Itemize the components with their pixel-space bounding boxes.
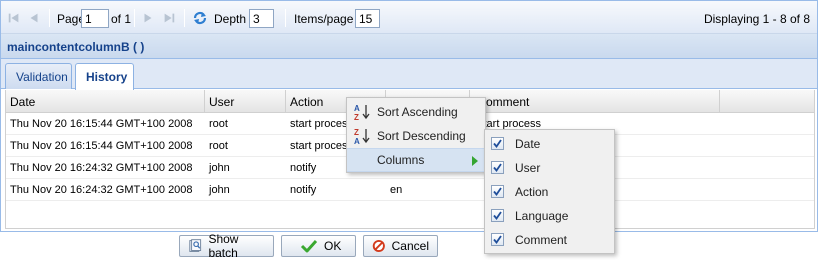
column-header-date[interactable]: Date [6, 90, 205, 113]
panel-title: maincontentcolumnB ( ) [1, 34, 817, 59]
last-page-icon [164, 13, 175, 22]
cancel-button[interactable]: Cancel [363, 235, 438, 257]
svg-text:Z: Z [354, 128, 359, 137]
page-count-label: of 1 [111, 12, 132, 26]
show-batch-label: Show batch [208, 232, 239, 260]
column-header-comment[interactable]: omment [470, 90, 720, 113]
tab-strip: Validation History [1, 59, 817, 90]
column-toggle-action[interactable]: Action [485, 180, 614, 204]
toolbar-separator [184, 9, 185, 27]
cancel-label: Cancel [391, 239, 429, 253]
checkbox-checked-icon[interactable] [491, 185, 504, 198]
checkmark-icon [300, 239, 318, 253]
svg-text:A: A [354, 104, 360, 113]
cell-action: start proces [290, 118, 348, 130]
column-toggle-label: Comment [515, 233, 568, 247]
toolbar-separator [285, 9, 286, 27]
prev-page-icon [30, 13, 38, 22]
menu-item-sort-ascending[interactable]: A Z Sort Ascending [347, 100, 485, 124]
submenu-arrow-icon [472, 156, 478, 166]
batch-icon [189, 239, 202, 252]
column-toggle-date[interactable]: Date [485, 132, 614, 156]
refresh-icon [193, 11, 207, 24]
cell-user: john [209, 162, 230, 174]
menu-item-columns[interactable]: Columns [347, 148, 485, 172]
sort-descending-label: Sort Descending [377, 129, 466, 143]
toolbar-separator [49, 9, 50, 27]
ok-label: OK [324, 239, 342, 253]
items-per-page-label: Items/page [294, 12, 354, 26]
items-per-page-input[interactable] [355, 9, 380, 28]
column-toggle-comment[interactable]: Comment [485, 228, 614, 252]
next-page-icon [144, 13, 152, 22]
column-toggle-label: Date [515, 137, 541, 151]
column-toggle-language[interactable]: Language [485, 204, 614, 228]
sort-descending-icon: Z A [354, 128, 370, 145]
table-row[interactable]: Thu Nov 20 16:24:32 GMT+100 2008 john no… [6, 179, 814, 201]
menu-item-sort-descending[interactable]: Z A Sort Descending [347, 124, 485, 148]
cell-date: Thu Nov 20 16:15:44 GMT+100 2008 [10, 140, 193, 152]
column-toggle-label: Action [515, 185, 549, 199]
next-page-button[interactable] [141, 1, 155, 34]
svg-text:A: A [354, 137, 360, 145]
svg-text:Z: Z [354, 113, 359, 121]
cell-language: en [390, 184, 403, 196]
checkbox-checked-icon[interactable] [491, 161, 504, 174]
ok-button[interactable]: OK [281, 235, 356, 257]
cell-date: Thu Nov 20 16:24:32 GMT+100 2008 [10, 184, 193, 196]
first-page-icon [8, 13, 19, 22]
cell-action: notify [290, 184, 317, 196]
toolbar-separator [134, 9, 135, 27]
cell-user: root [209, 118, 228, 130]
depth-label: Depth [214, 12, 247, 26]
refresh-button[interactable] [192, 1, 208, 34]
displaying-status: Displaying 1 - 8 of 8 [703, 12, 810, 26]
sort-ascending-label: Sort Ascending [377, 105, 458, 119]
cell-action: start proces [290, 140, 348, 152]
tab-history[interactable]: History [75, 63, 134, 90]
cell-action: notify [290, 162, 317, 174]
last-page-button[interactable] [162, 1, 176, 34]
paging-toolbar: Page of 1 Depth Items/page D [1, 1, 817, 34]
depth-input[interactable] [249, 9, 274, 28]
column-toggle-user[interactable]: User [485, 156, 614, 180]
column-context-menu: A Z Sort Ascending Z A Sort Descending C… [346, 97, 486, 173]
columns-label: Columns [377, 153, 425, 167]
columns-submenu: Date User Action Language Comment [484, 129, 615, 254]
column-header-user[interactable]: User [205, 90, 286, 113]
checkbox-checked-icon[interactable] [491, 233, 504, 246]
cell-date: Thu Nov 20 16:24:32 GMT+100 2008 [10, 162, 193, 174]
column-toggle-label: User [515, 161, 541, 175]
first-page-button[interactable] [7, 1, 21, 34]
tab-validation[interactable]: Validation [5, 63, 72, 89]
cell-date: Thu Nov 20 16:15:44 GMT+100 2008 [10, 118, 193, 130]
show-batch-button[interactable]: Show batch [179, 232, 274, 260]
checkbox-checked-icon[interactable] [491, 209, 504, 222]
cell-user: john [209, 184, 230, 196]
column-toggle-label: Language [515, 209, 569, 223]
cancel-icon [372, 239, 385, 253]
page-input[interactable] [81, 9, 109, 28]
prev-page-button[interactable] [27, 1, 41, 34]
cell-user: root [209, 140, 228, 152]
checkbox-checked-icon[interactable] [491, 137, 504, 150]
sort-ascending-icon: A Z [354, 104, 370, 121]
